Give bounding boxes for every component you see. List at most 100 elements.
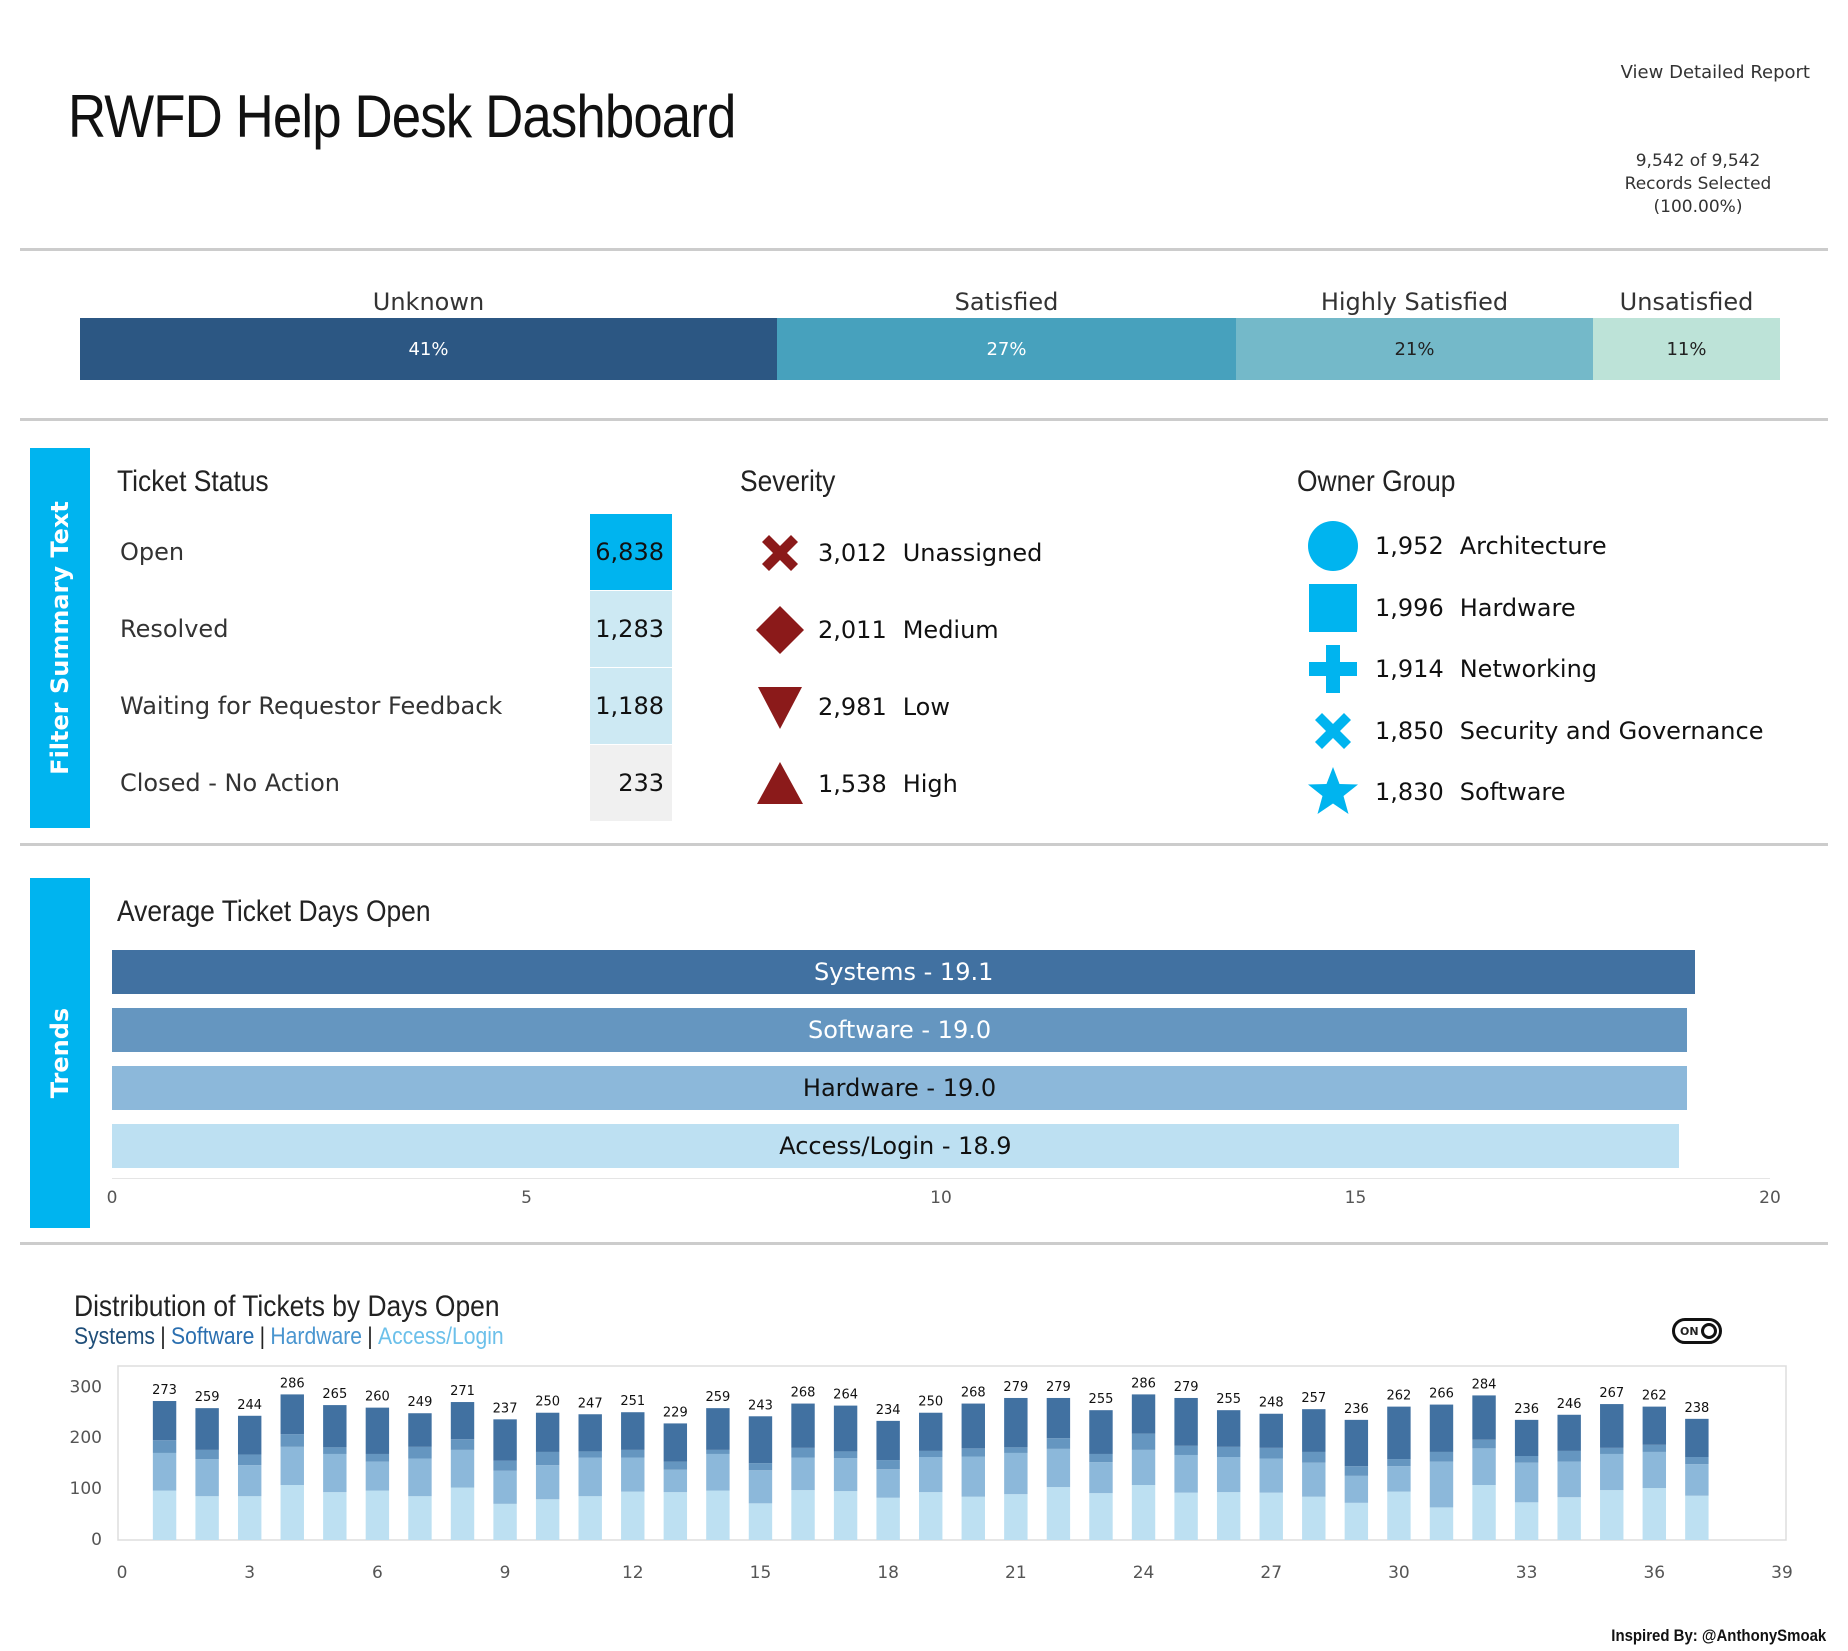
bar-segment[interactable] bbox=[1514, 1462, 1539, 1503]
bar-segment[interactable] bbox=[748, 1463, 773, 1471]
bar-segment[interactable] bbox=[365, 1407, 390, 1454]
bar-segment[interactable] bbox=[1046, 1397, 1071, 1439]
avg-days-bar[interactable]: Software - 19.0 bbox=[112, 1008, 1688, 1052]
bar-segment[interactable] bbox=[1600, 1453, 1624, 1491]
bar-segment[interactable] bbox=[237, 1415, 262, 1455]
satisfaction-segment[interactable]: 11% bbox=[1593, 318, 1780, 380]
bar-segment[interactable] bbox=[1472, 1448, 1496, 1486]
bar-segment[interactable] bbox=[493, 1503, 517, 1540]
bar-segment[interactable] bbox=[535, 1465, 560, 1500]
satisfaction-segment[interactable]: 27% bbox=[777, 318, 1236, 380]
bar-segment[interactable] bbox=[1642, 1406, 1667, 1445]
bar-segment[interactable] bbox=[323, 1492, 347, 1540]
bar-segment[interactable] bbox=[748, 1416, 773, 1464]
bar-segment[interactable] bbox=[152, 1490, 177, 1540]
bar-segment[interactable] bbox=[1046, 1448, 1071, 1488]
bar-segment[interactable] bbox=[1174, 1397, 1198, 1446]
bar-segment[interactable] bbox=[621, 1491, 645, 1540]
bar-segment[interactable] bbox=[961, 1496, 985, 1540]
bar-segment[interactable] bbox=[1472, 1439, 1496, 1449]
bar-segment[interactable] bbox=[280, 1394, 304, 1435]
bar-segment[interactable] bbox=[408, 1446, 432, 1459]
bar-segment[interactable] bbox=[1472, 1395, 1496, 1440]
bar-segment[interactable] bbox=[1387, 1459, 1411, 1467]
bar-segment[interactable] bbox=[1216, 1492, 1241, 1540]
bar-segment[interactable] bbox=[578, 1414, 602, 1452]
bar-segment[interactable] bbox=[621, 1457, 645, 1492]
bar-segment[interactable] bbox=[621, 1412, 645, 1450]
bar-segment[interactable] bbox=[237, 1465, 262, 1497]
bar-segment[interactable] bbox=[1387, 1466, 1411, 1492]
bar-segment[interactable] bbox=[706, 1408, 730, 1450]
bar-segment[interactable] bbox=[280, 1485, 304, 1540]
bar-segment[interactable] bbox=[195, 1449, 219, 1460]
bar-segment[interactable] bbox=[450, 1439, 475, 1450]
bar-segment[interactable] bbox=[1557, 1461, 1581, 1498]
bar-segment[interactable] bbox=[152, 1440, 177, 1453]
avg-days-bar[interactable]: Hardware - 19.0 bbox=[112, 1066, 1688, 1110]
bar-segment[interactable] bbox=[961, 1456, 985, 1497]
bar-segment[interactable] bbox=[876, 1497, 900, 1540]
bar-segment[interactable] bbox=[1259, 1447, 1283, 1459]
bar-segment[interactable] bbox=[1514, 1419, 1539, 1456]
bar-segment[interactable] bbox=[578, 1451, 602, 1458]
bar-segment[interactable] bbox=[791, 1447, 815, 1458]
bar-segment[interactable] bbox=[663, 1461, 688, 1470]
bar-segment[interactable] bbox=[365, 1461, 390, 1491]
bar-segment[interactable] bbox=[1131, 1433, 1156, 1450]
bar-segment[interactable] bbox=[876, 1460, 900, 1470]
view-detailed-report-link[interactable]: View Detailed Report bbox=[1621, 62, 1810, 83]
bar-segment[interactable] bbox=[535, 1451, 560, 1466]
severity-item[interactable]: 3,012 Unassigned bbox=[752, 525, 1042, 581]
bar-segment[interactable] bbox=[195, 1459, 219, 1497]
bar-segment[interactable] bbox=[876, 1420, 900, 1461]
bar-segment[interactable] bbox=[961, 1448, 985, 1457]
bar-segment[interactable] bbox=[1004, 1494, 1028, 1540]
bar-segment[interactable] bbox=[1514, 1502, 1539, 1540]
bar-segment[interactable] bbox=[408, 1458, 432, 1497]
bar-segment[interactable] bbox=[1259, 1492, 1283, 1540]
bar-segment[interactable] bbox=[833, 1491, 858, 1540]
owner-group-item[interactable]: 1,952 Architecture bbox=[1305, 518, 1607, 574]
severity-item[interactable]: 2,981 Low bbox=[752, 679, 950, 735]
bar-segment[interactable] bbox=[1685, 1464, 1709, 1496]
bar-segment[interactable] bbox=[621, 1449, 645, 1458]
satisfaction-segment[interactable]: 41% bbox=[80, 318, 777, 380]
bar-segment[interactable] bbox=[237, 1496, 262, 1540]
bar-segment[interactable] bbox=[365, 1490, 390, 1540]
bar-segment[interactable] bbox=[1685, 1418, 1709, 1458]
bar-segment[interactable] bbox=[195, 1496, 219, 1540]
bar-segment[interactable] bbox=[1174, 1454, 1198, 1493]
ticket-status-value[interactable]: 1,283 bbox=[590, 591, 672, 667]
bar-segment[interactable] bbox=[833, 1451, 858, 1459]
bar-segment[interactable] bbox=[1004, 1447, 1028, 1453]
legend-item[interactable]: Access/Login bbox=[378, 1323, 504, 1350]
bar-segment[interactable] bbox=[1216, 1457, 1241, 1493]
bar-segment[interactable] bbox=[1259, 1458, 1283, 1493]
bar-segment[interactable] bbox=[663, 1423, 688, 1462]
bar-segment[interactable] bbox=[1429, 1451, 1454, 1462]
bar-segment[interactable] bbox=[1174, 1445, 1198, 1455]
bar-segment[interactable] bbox=[961, 1403, 985, 1449]
bar-segment[interactable] bbox=[1387, 1491, 1411, 1540]
bar-segment[interactable] bbox=[1302, 1462, 1326, 1497]
bar-segment[interactable] bbox=[408, 1413, 432, 1447]
bar-segment[interactable] bbox=[493, 1470, 517, 1504]
bar-segment[interactable] bbox=[1004, 1397, 1028, 1448]
satisfaction-segment[interactable]: 21% bbox=[1236, 318, 1593, 380]
bar-segment[interactable] bbox=[1089, 1410, 1113, 1454]
bar-segment[interactable] bbox=[1685, 1495, 1709, 1540]
bar-segment[interactable] bbox=[1259, 1413, 1283, 1448]
bar-segment[interactable] bbox=[1600, 1404, 1624, 1448]
bar-segment[interactable] bbox=[152, 1452, 177, 1491]
bar-segment[interactable] bbox=[450, 1487, 475, 1540]
bar-segment[interactable] bbox=[195, 1408, 219, 1450]
bar-segment[interactable] bbox=[791, 1457, 815, 1491]
bar-segment[interactable] bbox=[1642, 1444, 1667, 1452]
bar-segment[interactable] bbox=[1557, 1450, 1581, 1462]
bar-segment[interactable] bbox=[1046, 1487, 1071, 1540]
bar-segment[interactable] bbox=[706, 1453, 730, 1491]
bar-segment[interactable] bbox=[1344, 1419, 1369, 1467]
bar-segment[interactable] bbox=[152, 1401, 177, 1441]
bar-segment[interactable] bbox=[1302, 1496, 1326, 1540]
